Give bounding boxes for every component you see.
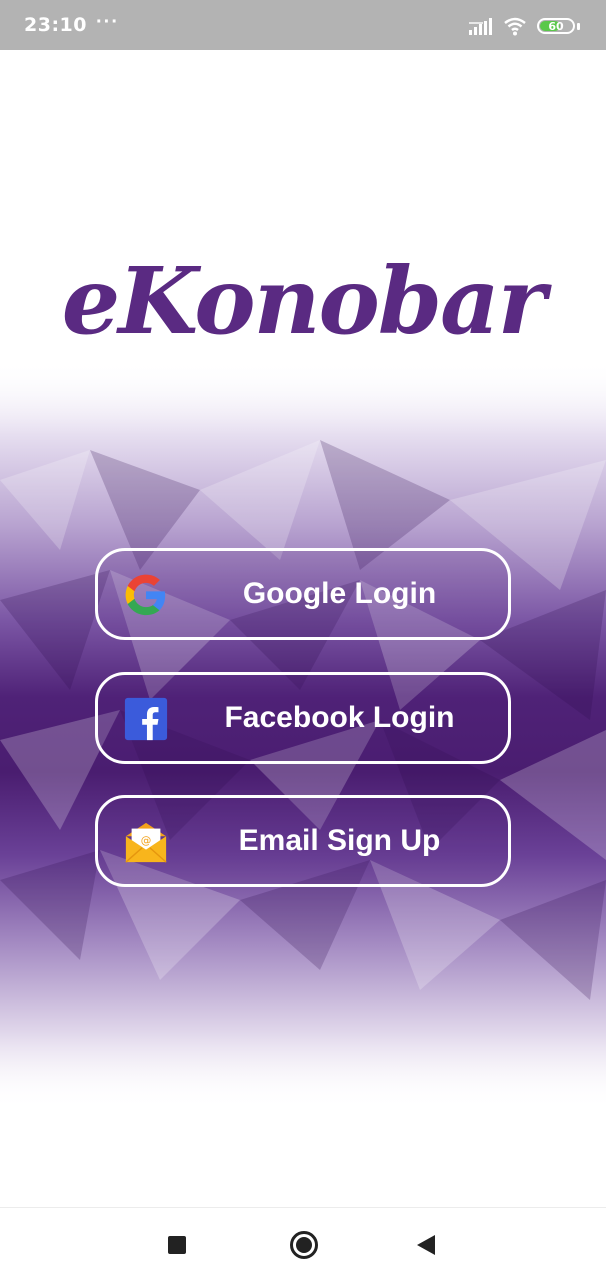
home-icon[interactable] xyxy=(290,1231,318,1259)
facebook-login-button[interactable]: Facebook Login xyxy=(95,672,511,764)
app-logo-text: eKonobar xyxy=(62,247,553,355)
battery-level: 60 xyxy=(548,19,564,33)
battery-icon: 60 xyxy=(537,18,575,34)
svg-text:@: @ xyxy=(141,835,152,847)
email-signup-button[interactable]: @ Email Sign Up xyxy=(95,795,511,887)
facebook-login-label: Facebook Login xyxy=(224,701,455,734)
signal-icon xyxy=(469,18,492,35)
facebook-icon xyxy=(124,697,168,741)
status-time: 23:10 xyxy=(24,14,87,36)
envelope-icon: @ xyxy=(125,822,167,863)
recent-apps-icon[interactable] xyxy=(168,1236,186,1254)
google-icon xyxy=(125,574,166,616)
notification-dots: ··· xyxy=(96,11,119,33)
back-icon[interactable] xyxy=(417,1235,435,1255)
wifi-icon xyxy=(504,17,526,36)
email-signup-label: Email Sign Up xyxy=(238,824,441,857)
status-bar: 23:10 ··· 60 xyxy=(0,0,606,50)
google-login-label: Google Login xyxy=(242,577,437,610)
navigation-bar xyxy=(0,1207,606,1280)
app-logo: eKonobar xyxy=(62,247,555,355)
battery-tip xyxy=(577,22,580,30)
google-login-button[interactable]: Google Login xyxy=(95,548,511,640)
status-icons: 60 xyxy=(469,14,580,38)
